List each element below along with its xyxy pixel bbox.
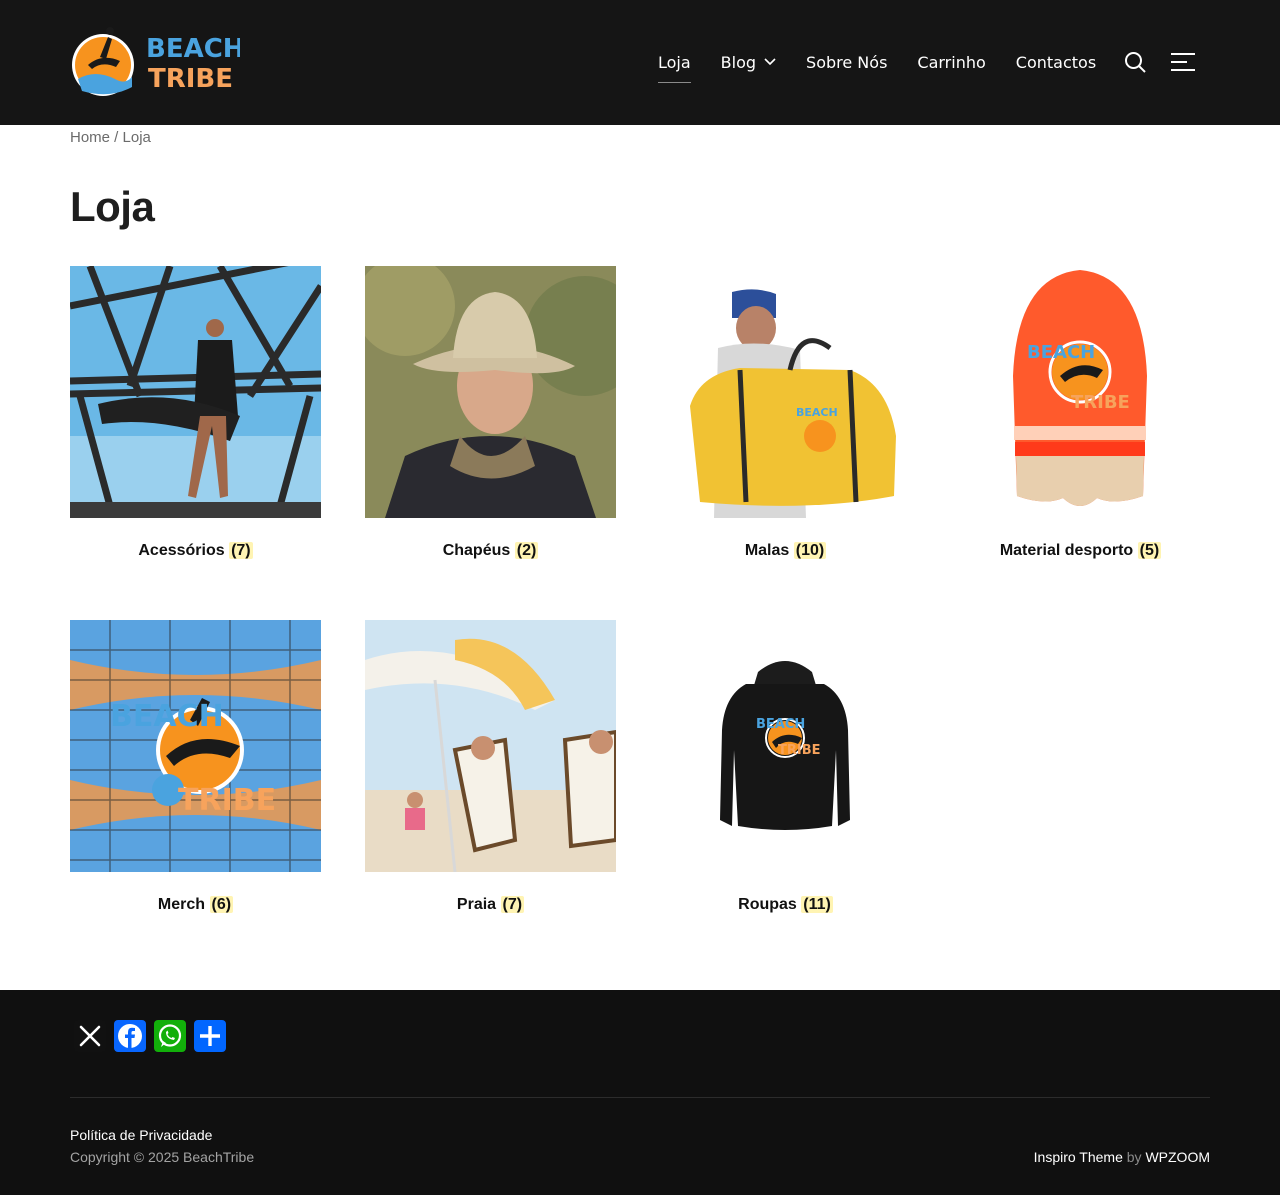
category-name: Acessórios (138, 542, 225, 559)
category-image-praia (365, 620, 616, 872)
category-name: Roupas (738, 896, 797, 913)
wpzoom-link[interactable]: WPZOOM (1145, 1149, 1210, 1165)
svg-text:TRIBE: TRIBE (1071, 392, 1130, 413)
nav-item-loja[interactable]: Loja (658, 52, 691, 83)
category-image-roupas: BEACH TRIBE (660, 620, 911, 872)
category-material-desporto[interactable]: BEACH TRIBE Material desporto (5) (955, 266, 1206, 559)
category-image-material-desporto: BEACH TRIBE (955, 266, 1206, 518)
share-facebook-button[interactable] (114, 1020, 146, 1052)
theme-link[interactable]: Inspiro Theme (1034, 1149, 1123, 1165)
nav-item-contactos[interactable]: Contactos (1016, 53, 1096, 72)
category-count: (6) (209, 896, 234, 913)
nav-label: Loja (658, 52, 691, 72)
site-header: BEACH TRIBE Loja Blog Sobre Nós Carrinho… (0, 0, 1280, 125)
nav-item-sobre-nos[interactable]: Sobre Nós (806, 53, 887, 72)
category-acessorios[interactable]: Acessórios (7) (70, 266, 321, 559)
category-name: Material desporto (999, 542, 1134, 559)
breadcrumb-separator: / (110, 129, 123, 146)
category-chapeus[interactable]: Chapéus (2) (365, 266, 616, 559)
main-nav: Loja Blog Sobre Nós Carrinho Contactos (658, 50, 1126, 83)
svg-text:BEACH: BEACH (756, 717, 805, 732)
svg-text:BEACH: BEACH (1027, 342, 1095, 363)
category-count: (11) (801, 896, 833, 913)
nav-label: Contactos (1015, 52, 1097, 72)
category-label: Acessórios (7) (70, 542, 321, 560)
category-name: Malas (744, 542, 790, 559)
svg-text:BEACH: BEACH (110, 699, 224, 734)
nav-item-carrinho[interactable]: Carrinho (917, 53, 985, 72)
copyright-text: Copyright © 2025 BeachTribe (70, 1149, 255, 1165)
category-label: Chapéus (2) (365, 542, 616, 560)
breadcrumb-home-link[interactable]: Home (70, 129, 110, 146)
nav-label: Blog (720, 52, 757, 72)
category-image-malas: BEACH (660, 266, 911, 518)
category-label: Praia (7) (365, 896, 616, 914)
category-image-acessorios (70, 266, 321, 518)
x-icon (79, 1025, 101, 1047)
logo-text-beach: BEACH (146, 34, 240, 64)
category-count: (7) (229, 542, 253, 559)
category-image-merch: BEACH TRIBE (70, 620, 321, 872)
whatsapp-icon (158, 1024, 182, 1047)
category-name: Praia (456, 896, 497, 913)
facebook-icon (118, 1024, 142, 1048)
share-whatsapp-button[interactable] (154, 1020, 186, 1052)
share-buttons (74, 1020, 234, 1052)
menu-icon[interactable] (1171, 52, 1195, 72)
svg-text:TRIBE: TRIBE (178, 783, 276, 818)
category-name: Merch (157, 896, 206, 913)
page-title: Loja (70, 183, 155, 230)
breadcrumb: Home / Loja (70, 129, 151, 146)
breadcrumb-current: Loja (122, 129, 151, 146)
footer-divider (70, 1097, 1210, 1098)
privacy-policy-link[interactable]: Política de Privacidade (70, 1127, 212, 1143)
nav-label: Sobre Nós (806, 52, 888, 72)
category-count: (7) (500, 896, 525, 913)
category-count: (2) (514, 542, 539, 559)
category-label: Roupas (11) (660, 896, 911, 914)
category-label: Material desporto (5) (955, 542, 1206, 560)
site-footer: Política de Privacidade Copyright © 2025… (0, 990, 1280, 1195)
category-praia[interactable]: Praia (7) (365, 620, 616, 913)
category-malas[interactable]: BEACH Malas (10) (660, 266, 911, 559)
credit-by: by (1126, 1149, 1142, 1165)
category-count: (10) (793, 542, 827, 559)
search-icon[interactable] (1124, 51, 1146, 73)
nav-label: Carrinho (917, 52, 986, 72)
share-icon (200, 1026, 220, 1046)
share-x-button[interactable] (74, 1020, 106, 1052)
chevron-down-icon (764, 58, 776, 66)
svg-text:BEACH: BEACH (796, 406, 838, 419)
nav-item-blog[interactable]: Blog (721, 53, 776, 72)
category-roupas[interactable]: BEACH TRIBE Roupas (11) (660, 620, 911, 913)
category-label: Merch (6) (70, 896, 321, 914)
svg-text:TRIBE: TRIBE (778, 743, 821, 758)
category-image-chapeus (365, 266, 616, 518)
site-logo[interactable]: BEACH TRIBE (70, 17, 245, 101)
share-more-button[interactable] (194, 1020, 226, 1052)
category-name: Chapéus (442, 542, 511, 559)
logo-text-tribe: TRIBE (148, 64, 233, 94)
category-label: Malas (10) (660, 542, 911, 560)
category-merch[interactable]: BEACH TRIBE Merch (6) (70, 620, 321, 913)
theme-credits: Inspiro Theme by WPZOOM (1034, 1149, 1210, 1165)
category-count: (5) (1137, 542, 1162, 559)
